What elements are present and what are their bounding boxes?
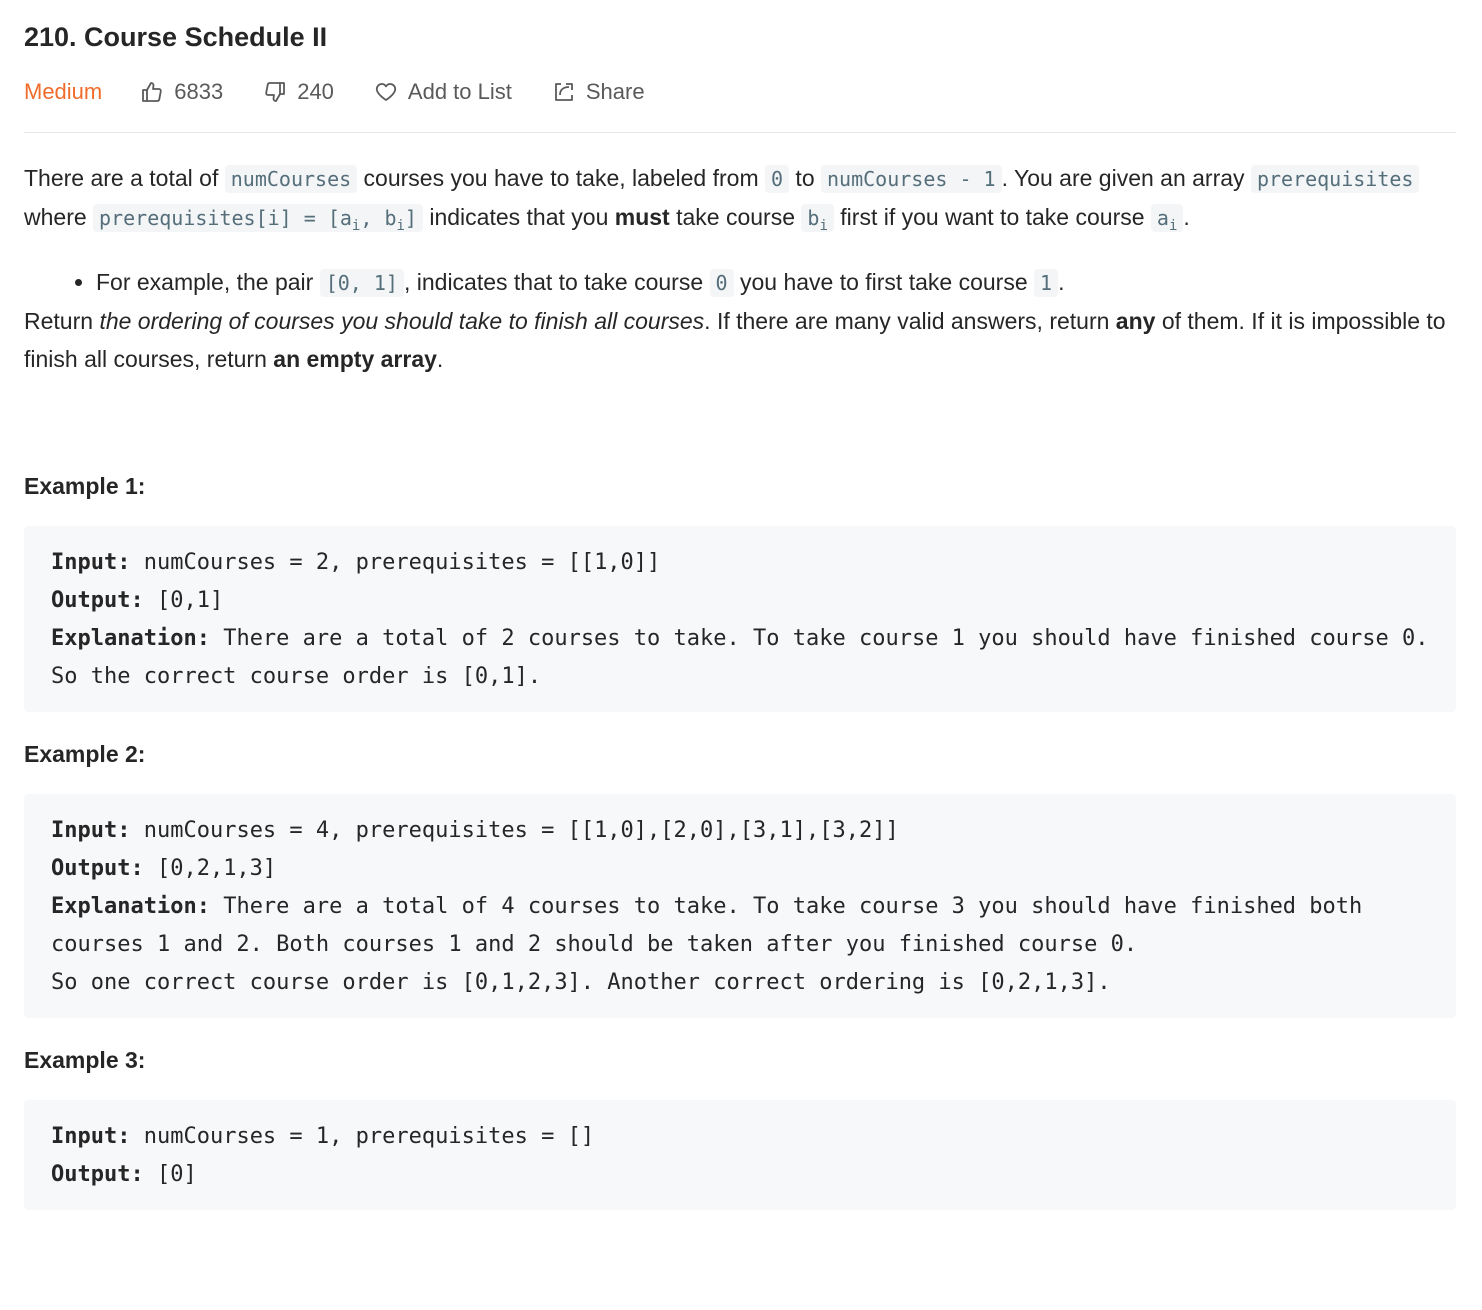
inline-code: numCourses - 1	[821, 165, 1002, 193]
output-label: Output:	[51, 588, 144, 613]
example-heading: Example 1:	[24, 473, 146, 499]
return-paragraph: Return the ordering of courses you shoul…	[24, 302, 1456, 378]
example-heading: Example 2:	[24, 741, 146, 767]
example-block: Input: numCourses = 1, prerequisites = […	[24, 1100, 1456, 1210]
inline-code: 0	[709, 269, 734, 297]
inline-code: prerequisites	[1250, 165, 1420, 193]
example-block: Input: numCourses = 2, prerequisites = […	[24, 526, 1456, 712]
thumbs-up-icon	[142, 82, 162, 102]
bold-text: any	[1115, 308, 1156, 334]
text: There are a total of	[24, 165, 225, 191]
text: you have to first take course	[733, 269, 1035, 295]
text: courses you have to take, labeled from	[357, 165, 765, 191]
like-button[interactable]: 6833	[140, 79, 223, 105]
code-text: ]	[404, 206, 417, 230]
code-text: prerequisites[i] = [a	[99, 206, 352, 230]
text: . You are given an array	[1001, 165, 1251, 191]
add-to-list-button[interactable]: Add to List	[374, 79, 512, 105]
add-to-list-label: Add to List	[407, 79, 512, 104]
text: where	[24, 204, 94, 230]
heart-icon	[375, 83, 397, 101]
description-paragraph: There are a total of numCourses courses …	[24, 159, 1456, 245]
output-value: [0,2,1,3]	[143, 856, 277, 881]
input-value: numCourses = 2, prerequisites = [[1,0]]	[130, 550, 661, 575]
input-value: numCourses = 1, prerequisites = []	[130, 1124, 595, 1149]
inline-code: 1	[1034, 269, 1059, 297]
inline-code: numCourses	[224, 165, 358, 193]
bold-text: an empty array	[273, 346, 437, 372]
output-value: [0,1]	[143, 588, 224, 613]
code-text: , b	[360, 206, 397, 230]
inline-code: prerequisites[i] = [ai, bi]	[93, 204, 423, 234]
text: indicates that you	[422, 204, 615, 230]
output-value: [0]	[143, 1162, 197, 1187]
example-heading: Example 3:	[24, 1047, 146, 1073]
problem-panel: 210. Course Schedule II Medium 6833 240 …	[0, 0, 1482, 1210]
share-label: Share	[585, 79, 645, 104]
dislike-count: 240	[297, 79, 334, 104]
difficulty-badge: Medium	[24, 79, 103, 104]
text: .	[1183, 204, 1190, 230]
problem-description: There are a total of numCourses courses …	[24, 159, 1456, 378]
text: . If there are many valid answers, retur…	[704, 308, 1116, 334]
list-item: For example, the pair [0, 1], indicates …	[96, 263, 1456, 302]
output-label: Output:	[51, 856, 144, 881]
problem-meta-bar: Medium 6833 240 Add to List Share	[24, 72, 1456, 112]
subscript: i	[1168, 218, 1178, 234]
output-label: Output:	[51, 1162, 144, 1187]
input-label: Input:	[51, 550, 131, 575]
explanation-text: There are a total of 4 courses to take. …	[51, 894, 1363, 995]
inline-code: ai	[1150, 204, 1184, 234]
input-label: Input:	[51, 1124, 131, 1149]
like-count: 6833	[174, 79, 224, 104]
text: , indicates that to take course	[403, 269, 710, 295]
problem-title: 210. Course Schedule II	[24, 22, 328, 52]
share-button[interactable]: Share	[552, 79, 645, 105]
explanation-label: Explanation:	[51, 626, 210, 651]
explanation-text: There are a total of 2 courses to take. …	[51, 626, 1442, 689]
inline-code: [0, 1]	[319, 269, 404, 297]
dislike-button[interactable]: 240	[263, 79, 334, 105]
text: .	[1058, 269, 1065, 295]
text: .	[436, 346, 444, 372]
text: to	[789, 165, 822, 191]
explanation-label: Explanation:	[51, 894, 210, 919]
divider	[24, 132, 1456, 133]
subscript: i	[396, 218, 405, 234]
bold-text: must	[614, 204, 670, 230]
share-icon	[554, 83, 573, 101]
text: first if you want to take course	[833, 204, 1151, 230]
text: take course	[669, 204, 802, 230]
code-text: b	[807, 206, 820, 230]
text: For example, the pair	[96, 269, 320, 295]
text: Return	[24, 308, 100, 334]
input-label: Input:	[51, 818, 131, 843]
description-list: For example, the pair [0, 1], indicates …	[24, 263, 1456, 302]
input-value: numCourses = 4, prerequisites = [[1,0],[…	[130, 818, 899, 843]
code-text: a	[1156, 206, 1169, 230]
italic-text: the ordering of courses you should take …	[99, 308, 705, 334]
subscript: i	[819, 218, 828, 234]
inline-code: 0	[765, 165, 790, 193]
inline-code: bi	[801, 204, 834, 234]
example-block: Input: numCourses = 4, prerequisites = […	[24, 794, 1456, 1018]
thumbs-down-icon	[265, 82, 286, 102]
